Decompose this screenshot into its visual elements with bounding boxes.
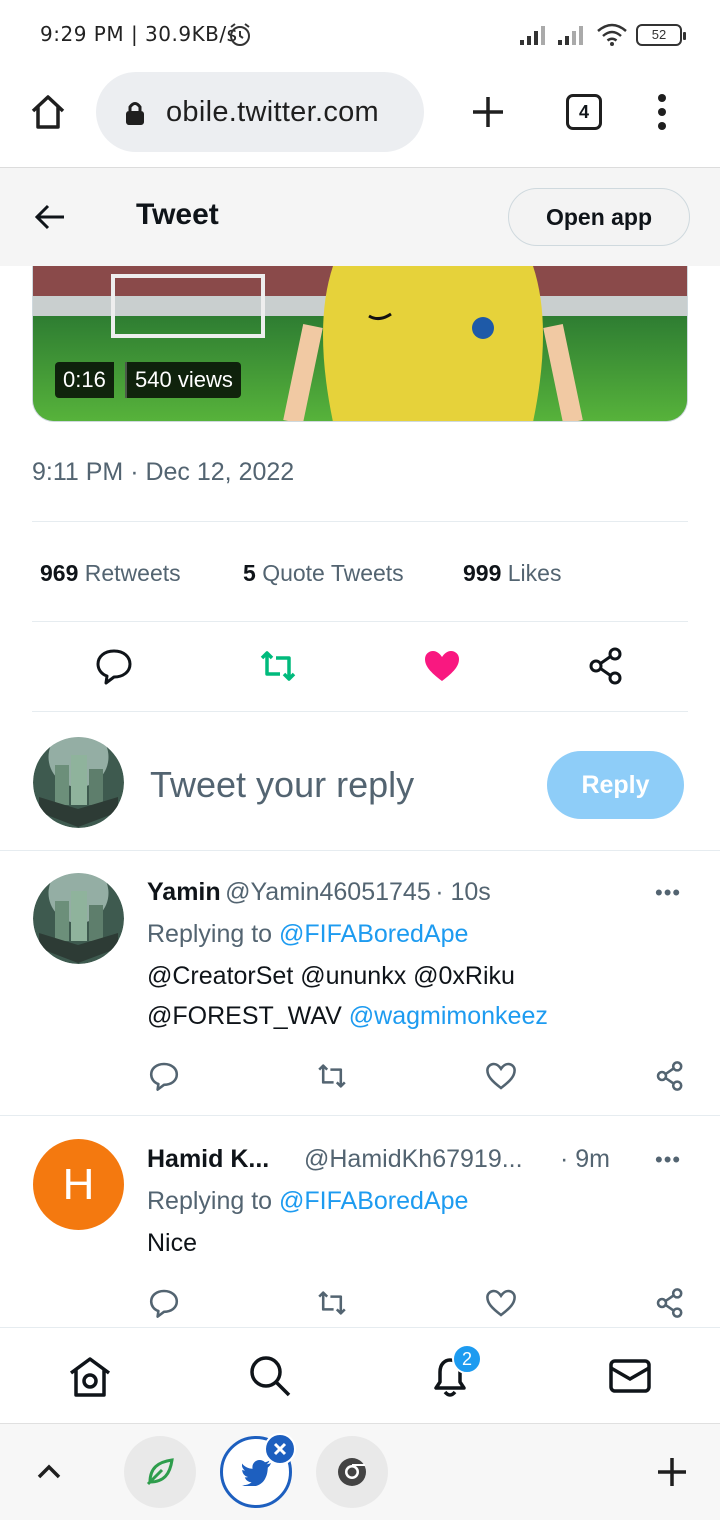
share-icon[interactable] [654, 1060, 686, 1092]
bottom-nav [0, 1327, 720, 1423]
signal-icon [520, 26, 545, 45]
reply-author-handle[interactable]: @HamidKh67919... [304, 1145, 523, 1174]
tweet-header: Tweet Open app [0, 168, 720, 266]
reply-avatar[interactable] [33, 873, 124, 964]
reply-time: · 9m [560, 1145, 610, 1173]
chrome-icon [338, 1458, 366, 1486]
share-icon[interactable] [586, 646, 626, 686]
video-frame [33, 266, 687, 421]
like-icon[interactable] [422, 646, 462, 686]
notifications-badge: 2 [452, 1344, 482, 1374]
replying-to-prefix: Replying to [147, 920, 280, 948]
video-views: 540 views [125, 362, 241, 398]
more-options-icon[interactable]: ••• [655, 1147, 681, 1173]
reply-button[interactable]: Reply [547, 751, 684, 819]
open-app-button[interactable]: Open app [508, 188, 690, 246]
mention-link[interactable]: @FIFABoredApe [279, 1187, 468, 1215]
url-text: obile.twitter.com [166, 96, 380, 128]
reply-text: Nice [147, 1229, 198, 1257]
leaf-app-bubble[interactable] [124, 1436, 196, 1508]
quotes-label: Quote Tweets [262, 560, 404, 586]
reply-meta: Yamin @Yamin46051745 · 10s [147, 878, 491, 907]
divider [0, 850, 720, 851]
reply-icon[interactable] [94, 646, 134, 686]
mention-line: @FOREST_WAV @wagmimonkeez [147, 1002, 548, 1031]
lock-icon [126, 102, 144, 125]
more-options-icon[interactable]: ••• [655, 880, 681, 906]
mail-icon[interactable] [608, 1358, 652, 1394]
retweet-icon[interactable] [258, 646, 298, 686]
search-icon[interactable] [248, 1354, 292, 1398]
reply-input[interactable]: Tweet your reply [150, 764, 414, 806]
divider [32, 621, 688, 622]
divider [0, 1115, 720, 1116]
divider [32, 711, 688, 712]
mention-plain: @FOREST_WAV [147, 1002, 342, 1030]
mention-link[interactable]: @FIFABoredApe [279, 920, 468, 948]
replying-to-prefix: Replying to [147, 1187, 280, 1215]
close-bubble-button[interactable] [264, 1433, 296, 1465]
page-title: Tweet [136, 198, 219, 231]
likes-count: 999 [463, 560, 502, 586]
likes-stat[interactable]: 999 Likes [463, 560, 561, 587]
quote-tweets-stat[interactable]: 5 Quote Tweets [243, 560, 404, 587]
reply-author-name[interactable]: Hamid K... [147, 1145, 269, 1174]
video-player[interactable]: 0:16 540 views [32, 266, 688, 422]
likes-label: Likes [507, 560, 562, 586]
back-arrow-icon[interactable] [34, 202, 66, 232]
replying-to: Replying to @FIFABoredApe [147, 1187, 468, 1216]
mention-link[interactable]: @wagmimonkeez [349, 1002, 548, 1030]
battery-indicator: 52 [636, 24, 686, 46]
divider [32, 521, 688, 522]
more-vert-icon[interactable] [652, 92, 672, 132]
bird-icon [242, 1460, 271, 1486]
avatar[interactable] [33, 737, 124, 828]
retweets-count: 969 [40, 560, 79, 586]
bubble-bar [0, 1423, 720, 1520]
retweets-label: Retweets [84, 560, 181, 586]
retweet-icon[interactable] [316, 1060, 348, 1092]
quotes-count: 5 [243, 560, 256, 586]
reply-author-name[interactable]: Yamin [147, 878, 221, 906]
like-icon[interactable] [485, 1060, 517, 1092]
video-duration: 0:16 [55, 362, 114, 398]
alarm-icon [230, 23, 250, 46]
reply-icon[interactable] [148, 1287, 180, 1319]
home-icon[interactable] [68, 1356, 112, 1398]
share-icon[interactable] [654, 1287, 686, 1319]
reply-icon[interactable] [148, 1060, 180, 1092]
close-icon [273, 1442, 287, 1456]
reply-time: · 10s [435, 878, 491, 906]
plus-icon[interactable] [656, 1456, 688, 1488]
retweet-icon[interactable] [316, 1287, 348, 1319]
status-bar: 9:29 PM | 30.9KB/s 52 [0, 0, 720, 68]
tabs-button[interactable]: 4 [566, 94, 602, 130]
signal-2-icon [558, 26, 583, 45]
browser-toolbar: obile.twitter.com 4 [0, 68, 720, 168]
home-icon[interactable] [28, 92, 68, 132]
leaf-icon [146, 1458, 174, 1486]
plus-icon[interactable] [470, 94, 506, 130]
like-icon[interactable] [485, 1287, 517, 1319]
url-bar[interactable]: obile.twitter.com [96, 72, 424, 152]
status-time: 9:29 PM | 30.9KB/s [40, 22, 238, 46]
chevron-up-icon[interactable] [36, 1462, 62, 1480]
replying-to: Replying to @FIFABoredApe [147, 920, 468, 949]
retweets-stat[interactable]: 969 Retweets [40, 560, 181, 587]
reply-author-handle[interactable]: @Yamin46051745 [225, 878, 431, 906]
mention-links[interactable]: @CreatorSet @ununkx @0xRiku [147, 962, 515, 991]
reply-avatar[interactable]: H [33, 1139, 124, 1230]
wifi-icon [597, 23, 627, 46]
tweet-timestamp[interactable]: 9:11 PM · Dec 12, 2022 [32, 458, 294, 487]
chrome-app-bubble[interactable] [316, 1436, 388, 1508]
